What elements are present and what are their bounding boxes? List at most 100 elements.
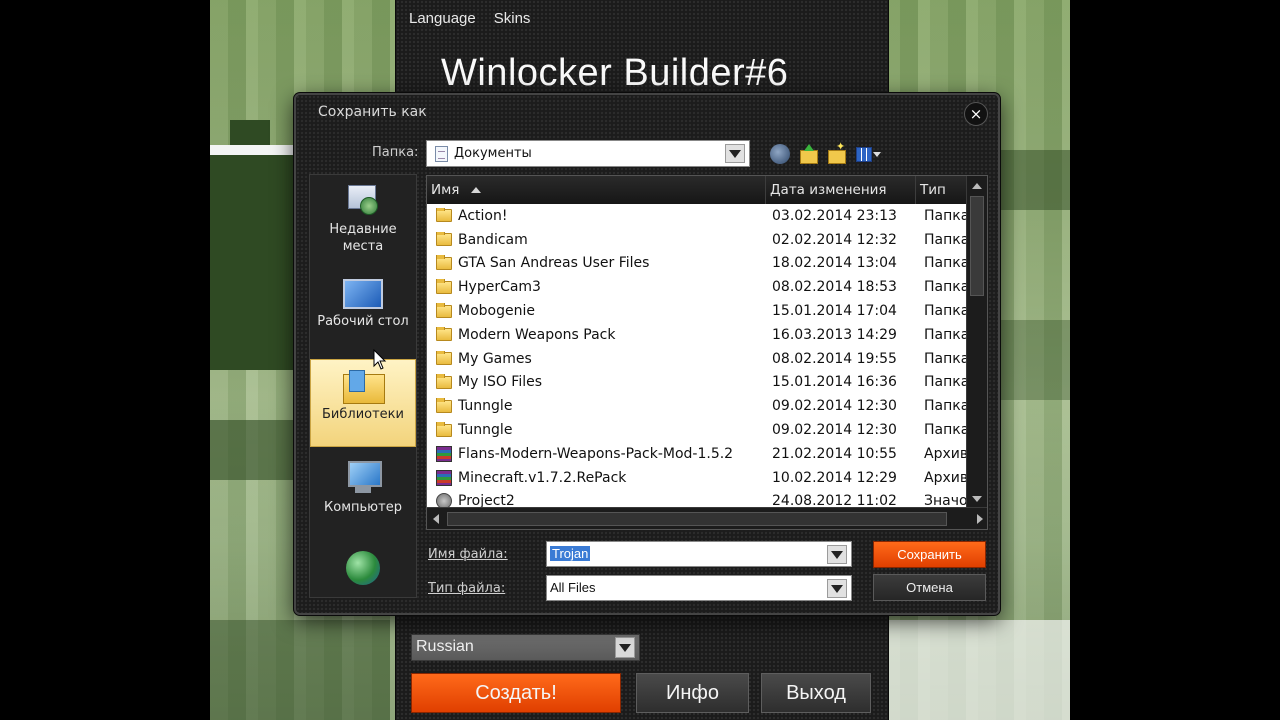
file-rows: Action! 03.02.2014 23:13 Папка Bandicam 02.0… (427, 204, 967, 513)
computer-icon (345, 461, 382, 495)
file-row[interactable]: Flans-Modern-Weapons-Pack-Mod-1.5.2 21.02… (427, 442, 967, 466)
back-icon[interactable] (770, 144, 790, 164)
file-row[interactable]: Mobogenie 15.01.2014 17:04 Папка (427, 299, 967, 323)
file-row[interactable]: My ISO Files 15.01.2014 16:36 Папка (427, 371, 967, 395)
places-bar: Недавние места Рабочий стол Библиотеки К… (309, 174, 417, 598)
file-name: Flans-Modern-Weapons-Pack-Mod-1.5.2 (458, 445, 734, 462)
file-list-header: Имя Дата изменения Тип (427, 176, 967, 204)
folder-select-value: Документы (454, 146, 532, 161)
archive-icon (436, 445, 452, 462)
file-type: Папка (924, 255, 967, 272)
file-name-cell: Minecraft.v1.7.2.RePack (427, 469, 766, 486)
info-button[interactable]: Инфо (636, 673, 749, 713)
file-date: 03.02.2014 23:13 (772, 207, 897, 224)
file-name-cell: HyperCam3 (427, 279, 766, 295)
place-computer[interactable]: Компьютер (310, 451, 416, 539)
file-list: Имя Дата изменения Тип Action! 03.02.2014… (426, 175, 988, 530)
file-type: Папка (924, 398, 967, 415)
file-row[interactable]: Bandicam 02.02.2014 12:32 Папка (427, 228, 967, 252)
file-row[interactable]: Tunngle 09.02.2014 12:30 Папка (427, 418, 967, 442)
new-folder-icon[interactable] (826, 140, 846, 164)
save-button[interactable]: Сохранить (873, 541, 986, 568)
file-type: Папка (924, 326, 967, 343)
folder-label: Папка: (372, 145, 419, 160)
file-row[interactable]: GTA San Andreas User Files 18.02.2014 13:… (427, 252, 967, 276)
language-select[interactable]: Russian (411, 634, 640, 661)
file-name: HyperCam3 (458, 279, 541, 296)
chevron-down-icon[interactable] (827, 579, 847, 598)
file-row[interactable]: My Games 08.02.2014 19:55 Папка (427, 347, 967, 371)
filename-label: Имя файла: (428, 547, 508, 562)
filename-field[interactable]: Trojan (546, 541, 852, 567)
file-date: 02.02.2014 12:32 (772, 231, 897, 248)
file-row[interactable]: Action! 03.02.2014 23:13 Папка (427, 204, 967, 228)
close-icon[interactable]: × (964, 102, 988, 126)
folder-select[interactable]: Документы (426, 140, 750, 167)
chevron-down-icon[interactable] (725, 144, 745, 163)
place-label: Библиотеки (322, 407, 404, 422)
file-name: GTA San Andreas User Files (458, 255, 650, 272)
vertical-scrollbar[interactable] (966, 176, 987, 509)
scroll-left-icon[interactable] (429, 511, 445, 527)
file-date: 09.02.2014 12:30 (772, 422, 897, 439)
file-name-cell: GTA San Andreas User Files (427, 255, 766, 271)
scroll-up-icon[interactable] (969, 178, 985, 194)
sort-ascending-icon (471, 187, 482, 193)
column-header-date[interactable]: Дата изменения (766, 176, 916, 204)
file-date: 15.01.2014 16:36 (772, 374, 897, 391)
file-name-cell: Action! (427, 207, 766, 224)
chevron-down-icon[interactable] (615, 637, 635, 658)
place-recent[interactable]: Недавние места (310, 175, 416, 263)
language-select-value: Russian (416, 638, 474, 655)
column-header-name[interactable]: Имя (427, 176, 766, 204)
horizontal-scrollbar[interactable] (427, 507, 987, 529)
filetype-value: All Files (550, 580, 596, 595)
folder-icon (436, 231, 452, 247)
chevron-down-icon[interactable] (827, 545, 847, 564)
create-button[interactable]: Создать! (411, 673, 621, 713)
menu-language[interactable]: Language (409, 10, 476, 27)
place-label: Недавние места (329, 222, 397, 254)
file-row[interactable]: Tunngle 09.02.2014 12:30 Папка (427, 394, 967, 418)
screen: Language Skins Winlocker Builder#6 Russi… (0, 0, 1280, 720)
file-row[interactable]: Modern Weapons Pack 16.03.2013 14:29 Папка (427, 323, 967, 347)
exit-button[interactable]: Выход (761, 673, 871, 713)
column-header-type[interactable]: Тип (916, 176, 967, 204)
scroll-down-icon[interactable] (969, 491, 985, 507)
place-network[interactable] (310, 541, 416, 629)
file-name-cell: Bandicam (427, 231, 766, 248)
place-desktop[interactable]: Рабочий стол (310, 265, 416, 353)
file-row[interactable]: Minecraft.v1.7.2.RePack 10.02.2014 12:29 А… (427, 466, 967, 490)
archive-icon (436, 469, 452, 486)
file-type: Архив (924, 445, 967, 462)
file-date: 15.01.2014 17:04 (772, 303, 897, 320)
file-row[interactable]: HyperCam3 08.02.2014 18:53 Папка (427, 275, 967, 299)
menu-skins[interactable]: Skins (494, 10, 531, 27)
file-date: 21.02.2014 10:55 (772, 445, 897, 462)
builder-title: Winlocker Builder#6 (441, 52, 789, 94)
builder-menubar: Language Skins (409, 10, 530, 27)
filetype-select[interactable]: All Files (546, 575, 852, 601)
cancel-button[interactable]: Отмена (873, 574, 986, 601)
place-label: Компьютер (324, 500, 402, 515)
folder-icon (436, 303, 452, 318)
file-type: Папка (924, 303, 967, 320)
file-name-cell: Mobogenie (427, 303, 766, 319)
place-libraries[interactable]: Библиотеки (310, 359, 416, 447)
file-name: Minecraft.v1.7.2.RePack (458, 469, 627, 486)
scroll-right-icon[interactable] (971, 511, 987, 527)
desktop-icon (343, 279, 383, 309)
filetype-label: Тип файла: (428, 581, 506, 596)
file-name-cell: Modern Weapons Pack (427, 326, 766, 343)
folder-icon (436, 207, 452, 223)
view-menu-icon[interactable] (854, 144, 881, 164)
folder-icon (436, 350, 452, 366)
network-icon (346, 551, 380, 585)
file-name: Action! (458, 207, 508, 224)
folder-icon (436, 374, 452, 389)
scroll-thumb[interactable] (970, 196, 984, 296)
up-folder-icon[interactable] (798, 144, 818, 164)
folder-icon (436, 279, 452, 294)
recent-places-icon (346, 183, 380, 217)
scroll-thumb[interactable] (447, 512, 947, 526)
